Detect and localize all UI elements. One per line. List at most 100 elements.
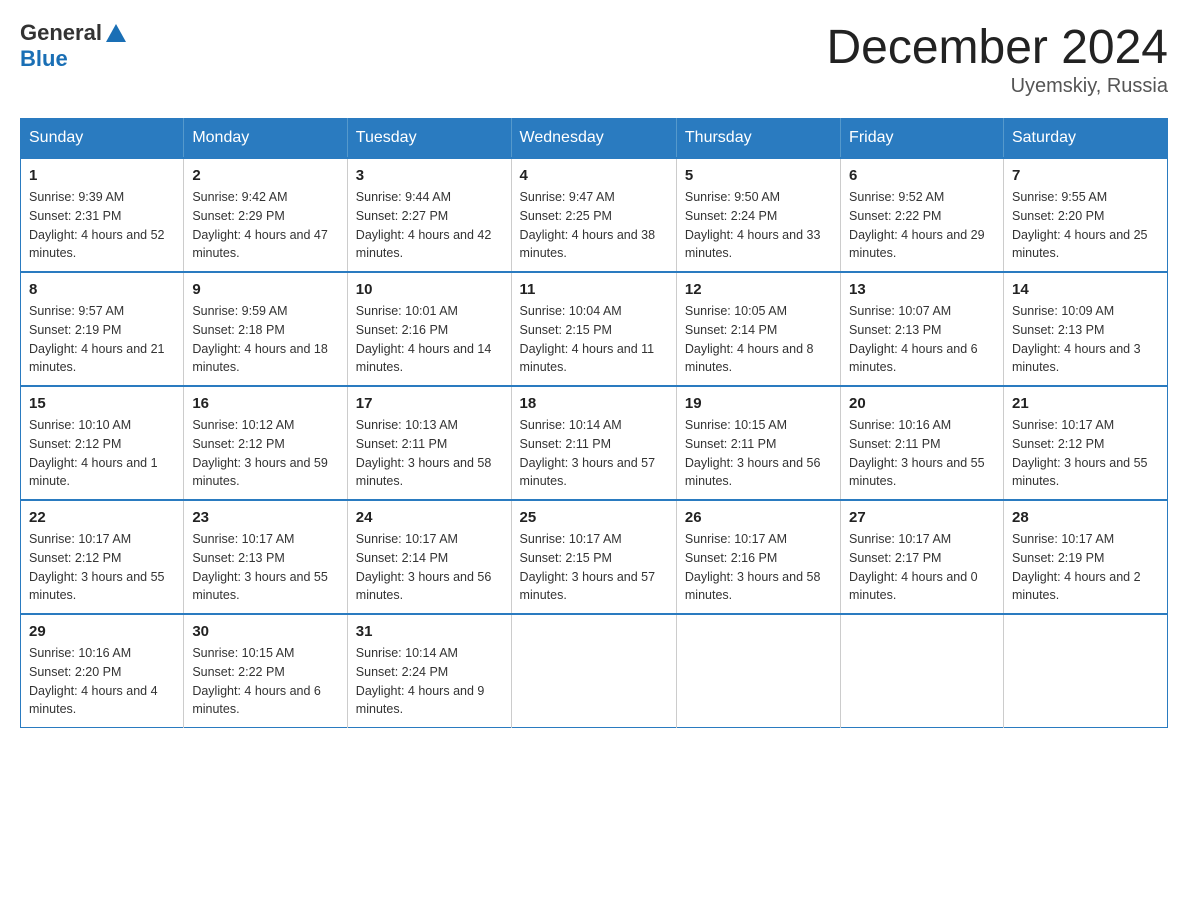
day-info: Sunrise: 10:15 AM Sunset: 2:22 PM Daylig…	[192, 644, 338, 719]
calendar-day-cell: 4 Sunrise: 9:47 AM Sunset: 2:25 PM Dayli…	[511, 158, 676, 272]
day-number: 2	[192, 167, 338, 184]
day-number: 27	[849, 509, 995, 526]
calendar-week-row: 29 Sunrise: 10:16 AM Sunset: 2:20 PM Day…	[21, 614, 1168, 728]
day-info: Sunrise: 10:17 AM Sunset: 2:15 PM Daylig…	[520, 530, 668, 605]
day-info: Sunrise: 10:05 AM Sunset: 2:14 PM Daylig…	[685, 302, 832, 377]
calendar-day-cell: 10 Sunrise: 10:01 AM Sunset: 2:16 PM Day…	[347, 272, 511, 386]
day-number: 7	[1012, 167, 1159, 184]
day-info: Sunrise: 9:47 AM Sunset: 2:25 PM Dayligh…	[520, 188, 668, 263]
col-saturday: Saturday	[1003, 119, 1167, 159]
day-info: Sunrise: 10:07 AM Sunset: 2:13 PM Daylig…	[849, 302, 995, 377]
day-number: 20	[849, 395, 995, 412]
calendar-week-row: 22 Sunrise: 10:17 AM Sunset: 2:12 PM Day…	[21, 500, 1168, 614]
day-number: 24	[356, 509, 503, 526]
calendar-day-cell	[841, 614, 1004, 728]
col-wednesday: Wednesday	[511, 119, 676, 159]
day-number: 31	[356, 623, 503, 640]
calendar-day-cell: 6 Sunrise: 9:52 AM Sunset: 2:22 PM Dayli…	[841, 158, 1004, 272]
calendar-day-cell	[676, 614, 840, 728]
calendar-week-row: 8 Sunrise: 9:57 AM Sunset: 2:19 PM Dayli…	[21, 272, 1168, 386]
calendar-day-cell: 7 Sunrise: 9:55 AM Sunset: 2:20 PM Dayli…	[1003, 158, 1167, 272]
day-number: 25	[520, 509, 668, 526]
day-number: 6	[849, 167, 995, 184]
location-title: Uyemskiy, Russia	[826, 75, 1168, 98]
day-info: Sunrise: 9:39 AM Sunset: 2:31 PM Dayligh…	[29, 188, 175, 263]
calendar-day-cell: 27 Sunrise: 10:17 AM Sunset: 2:17 PM Day…	[841, 500, 1004, 614]
day-info: Sunrise: 10:09 AM Sunset: 2:13 PM Daylig…	[1012, 302, 1159, 377]
logo-triangle-icon	[104, 22, 128, 44]
day-info: Sunrise: 10:17 AM Sunset: 2:16 PM Daylig…	[685, 530, 832, 605]
day-number: 19	[685, 395, 832, 412]
calendar-day-cell: 28 Sunrise: 10:17 AM Sunset: 2:19 PM Day…	[1003, 500, 1167, 614]
calendar-day-cell: 12 Sunrise: 10:05 AM Sunset: 2:14 PM Day…	[676, 272, 840, 386]
calendar-day-cell: 18 Sunrise: 10:14 AM Sunset: 2:11 PM Day…	[511, 386, 676, 500]
day-number: 15	[29, 395, 175, 412]
day-info: Sunrise: 10:10 AM Sunset: 2:12 PM Daylig…	[29, 416, 175, 491]
title-area: December 2024 Uyemskiy, Russia	[826, 20, 1168, 98]
day-info: Sunrise: 10:17 AM Sunset: 2:12 PM Daylig…	[1012, 416, 1159, 491]
calendar-day-cell: 13 Sunrise: 10:07 AM Sunset: 2:13 PM Day…	[841, 272, 1004, 386]
calendar-week-row: 1 Sunrise: 9:39 AM Sunset: 2:31 PM Dayli…	[21, 158, 1168, 272]
calendar-day-cell: 25 Sunrise: 10:17 AM Sunset: 2:15 PM Day…	[511, 500, 676, 614]
calendar-day-cell: 21 Sunrise: 10:17 AM Sunset: 2:12 PM Day…	[1003, 386, 1167, 500]
calendar-day-cell: 29 Sunrise: 10:16 AM Sunset: 2:20 PM Day…	[21, 614, 184, 728]
calendar-day-cell: 20 Sunrise: 10:16 AM Sunset: 2:11 PM Day…	[841, 386, 1004, 500]
calendar-day-cell: 16 Sunrise: 10:12 AM Sunset: 2:12 PM Day…	[184, 386, 347, 500]
day-number: 11	[520, 281, 668, 298]
day-info: Sunrise: 10:13 AM Sunset: 2:11 PM Daylig…	[356, 416, 503, 491]
day-info: Sunrise: 9:57 AM Sunset: 2:19 PM Dayligh…	[29, 302, 175, 377]
calendar-day-cell: 1 Sunrise: 9:39 AM Sunset: 2:31 PM Dayli…	[21, 158, 184, 272]
day-info: Sunrise: 10:14 AM Sunset: 2:11 PM Daylig…	[520, 416, 668, 491]
day-info: Sunrise: 9:42 AM Sunset: 2:29 PM Dayligh…	[192, 188, 338, 263]
calendar-header-row: Sunday Monday Tuesday Wednesday Thursday…	[21, 119, 1168, 159]
day-number: 12	[685, 281, 832, 298]
calendar-day-cell: 8 Sunrise: 9:57 AM Sunset: 2:19 PM Dayli…	[21, 272, 184, 386]
day-info: Sunrise: 10:17 AM Sunset: 2:13 PM Daylig…	[192, 530, 338, 605]
day-info: Sunrise: 10:04 AM Sunset: 2:15 PM Daylig…	[520, 302, 668, 377]
day-number: 5	[685, 167, 832, 184]
day-number: 16	[192, 395, 338, 412]
day-number: 8	[29, 281, 175, 298]
calendar-day-cell: 23 Sunrise: 10:17 AM Sunset: 2:13 PM Day…	[184, 500, 347, 614]
logo-general: General	[20, 20, 102, 46]
calendar-day-cell: 26 Sunrise: 10:17 AM Sunset: 2:16 PM Day…	[676, 500, 840, 614]
day-number: 10	[356, 281, 503, 298]
calendar-day-cell: 30 Sunrise: 10:15 AM Sunset: 2:22 PM Day…	[184, 614, 347, 728]
calendar-day-cell: 31 Sunrise: 10:14 AM Sunset: 2:24 PM Day…	[347, 614, 511, 728]
calendar-day-cell: 3 Sunrise: 9:44 AM Sunset: 2:27 PM Dayli…	[347, 158, 511, 272]
col-sunday: Sunday	[21, 119, 184, 159]
day-number: 4	[520, 167, 668, 184]
day-number: 14	[1012, 281, 1159, 298]
logo-blue: Blue	[20, 46, 68, 71]
logo: General Blue	[20, 20, 128, 72]
month-title: December 2024	[826, 20, 1168, 75]
page-header: General Blue December 2024 Uyemskiy, Rus…	[20, 20, 1168, 98]
day-info: Sunrise: 9:50 AM Sunset: 2:24 PM Dayligh…	[685, 188, 832, 263]
day-number: 3	[356, 167, 503, 184]
calendar-day-cell: 17 Sunrise: 10:13 AM Sunset: 2:11 PM Day…	[347, 386, 511, 500]
day-info: Sunrise: 10:15 AM Sunset: 2:11 PM Daylig…	[685, 416, 832, 491]
calendar-day-cell: 15 Sunrise: 10:10 AM Sunset: 2:12 PM Day…	[21, 386, 184, 500]
day-number: 22	[29, 509, 175, 526]
calendar-day-cell	[511, 614, 676, 728]
col-friday: Friday	[841, 119, 1004, 159]
day-info: Sunrise: 10:01 AM Sunset: 2:16 PM Daylig…	[356, 302, 503, 377]
col-thursday: Thursday	[676, 119, 840, 159]
calendar-day-cell: 24 Sunrise: 10:17 AM Sunset: 2:14 PM Day…	[347, 500, 511, 614]
day-number: 17	[356, 395, 503, 412]
day-info: Sunrise: 10:14 AM Sunset: 2:24 PM Daylig…	[356, 644, 503, 719]
calendar-week-row: 15 Sunrise: 10:10 AM Sunset: 2:12 PM Day…	[21, 386, 1168, 500]
day-number: 29	[29, 623, 175, 640]
day-number: 26	[685, 509, 832, 526]
day-number: 9	[192, 281, 338, 298]
calendar-day-cell: 11 Sunrise: 10:04 AM Sunset: 2:15 PM Day…	[511, 272, 676, 386]
day-info: Sunrise: 9:52 AM Sunset: 2:22 PM Dayligh…	[849, 188, 995, 263]
day-info: Sunrise: 10:12 AM Sunset: 2:12 PM Daylig…	[192, 416, 338, 491]
day-info: Sunrise: 9:59 AM Sunset: 2:18 PM Dayligh…	[192, 302, 338, 377]
calendar-day-cell: 2 Sunrise: 9:42 AM Sunset: 2:29 PM Dayli…	[184, 158, 347, 272]
calendar-day-cell: 22 Sunrise: 10:17 AM Sunset: 2:12 PM Day…	[21, 500, 184, 614]
day-number: 1	[29, 167, 175, 184]
day-number: 21	[1012, 395, 1159, 412]
day-number: 30	[192, 623, 338, 640]
calendar-table: Sunday Monday Tuesday Wednesday Thursday…	[20, 118, 1168, 728]
